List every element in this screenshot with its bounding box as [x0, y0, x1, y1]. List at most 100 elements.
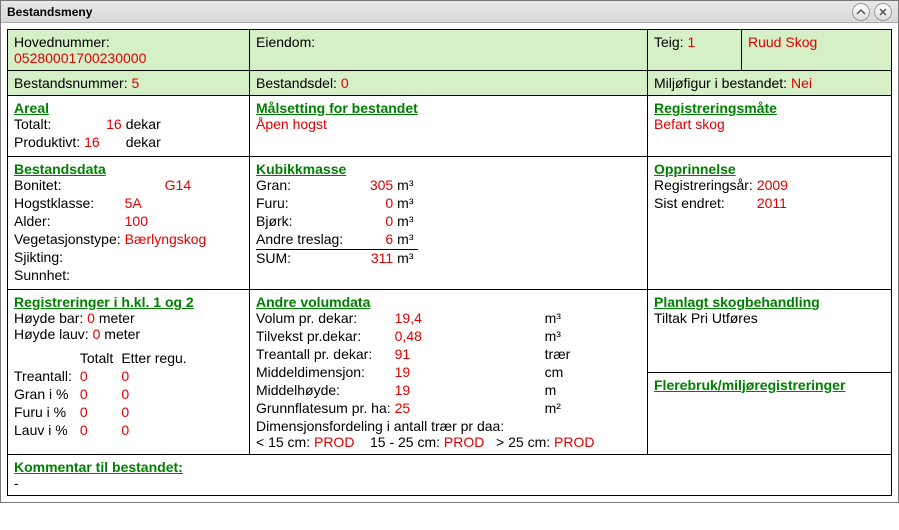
areal-totalt-unit: dekar: [126, 116, 165, 134]
hkl12-table: Totalt Etter regu. Treantall: 0 0 Gran i…: [14, 350, 195, 440]
body-row-1: Areal Totalt: 16 dekar Produktivt: 16 de…: [8, 96, 891, 157]
miljofigur-cell: Miljøfigur i bestandet: Nei: [648, 71, 891, 96]
areal-produktivt-value: 16: [84, 134, 126, 152]
table-row: Middelhøyde: 19 m: [256, 382, 574, 400]
registreringsaar-value: 2009: [757, 177, 792, 195]
areal-produktivt-unit: dekar: [126, 134, 165, 152]
kubikkmasse-title: Kubikkmasse: [256, 161, 641, 177]
flerebruk-cell: Flerebruk/miljøregistreringer: [648, 373, 891, 456]
table-row: Andre treslag: 6 m³: [256, 231, 418, 250]
registreringsaar-label: Registreringsår:: [654, 177, 757, 195]
planlagt-header-row: Tiltak Pri Utføres: [654, 310, 885, 326]
table-row: Lauv i % 0 0: [14, 422, 195, 440]
miljofigur-label: Miljøfigur i bestandet:: [654, 75, 787, 91]
table-row: Tilvekst pr.dekar: 0,48 m³: [256, 328, 574, 346]
dim-label: Dimensjonsfordeling i antall trær pr daa…: [256, 418, 641, 434]
window-title: Bestandsmeny: [7, 5, 92, 19]
areal-totalt-value: 16: [84, 116, 126, 134]
bestandsdata-table: Bonitet: G14 Hogstklasse: 5A Alder: 100 …: [14, 177, 210, 285]
areal-cell: Areal Totalt: 16 dekar Produktivt: 16 de…: [8, 96, 250, 157]
teig-label: Teig:: [654, 34, 684, 50]
vegetasjonstype-value: Bærlyngskog: [125, 231, 211, 249]
bestandsdata-cell: Bestandsdata Bonitet: G14 Hogstklasse: 5…: [8, 157, 250, 290]
owner-value: Ruud Skog: [748, 34, 817, 50]
table-row: Treantall pr. dekar: 91 trær: [256, 346, 574, 364]
sunnhet-label: Sunnhet:: [14, 267, 125, 285]
bestandsdel-value: 0: [341, 75, 349, 91]
kubikkmasse-sum-label: SUM:: [256, 250, 347, 269]
hkl12-col-etter: Etter regu.: [121, 350, 194, 368]
planlagt-title: Planlagt skogbehandling: [654, 294, 885, 310]
alder-label: Alder:: [14, 213, 125, 231]
hogstklasse-value: 5A: [125, 195, 211, 213]
table-row: Middeldimensjon: 19 cm: [256, 364, 574, 382]
sistendret-value: 2011: [757, 195, 792, 213]
areal-table: Totalt: 16 dekar Produktivt: 16 dekar: [14, 116, 165, 152]
areal-produktivt-label: Produktivt:: [14, 134, 84, 152]
hkl12-hoyde-bar: Høyde bar: 0 meter: [14, 310, 243, 326]
hovednummer-label: Hovednummer:: [14, 34, 243, 50]
bestandsnummer-value: 5: [132, 75, 140, 91]
titlebar: Bestandsmeny: [1, 1, 898, 23]
vegetasjonstype-label: Vegetasjonstype:: [14, 231, 125, 249]
kubikkmasse-sum-unit: m³: [397, 250, 417, 269]
eiendom-cell: Eiendom:: [250, 30, 648, 71]
sistendret-label: Sist endret:: [654, 195, 757, 213]
right-column: Planlagt skogbehandling Tiltak Pri Utfør…: [648, 290, 891, 455]
close-icon: [878, 7, 888, 17]
eiendom-label: Eiendom:: [256, 34, 315, 50]
table-row: Grunnflatesum pr. ha: 25 m²: [256, 400, 574, 418]
hovednummer-cell: Hovednummer: 05280001700230000: [8, 30, 250, 71]
collapse-button[interactable]: [852, 3, 870, 21]
opprinnelse-cell: Opprinnelse Registreringsår: 2009 Sist e…: [648, 157, 891, 290]
body-row-2: Bestandsdata Bonitet: G14 Hogstklasse: 5…: [8, 157, 891, 290]
body-row-3: Registreringer i h.kl. 1 og 2 Høyde bar:…: [8, 290, 891, 455]
andre-volumdata-table: Volum pr. dekar: 19,4 m³ Tilvekst pr.dek…: [256, 310, 574, 418]
maalsetting-cell: Målsetting for bestandet Åpen hogst: [250, 96, 648, 157]
teig-cell: Teig: 1: [648, 30, 742, 71]
sjikting-label: Sjikting:: [14, 249, 125, 267]
hkl12-col-totalt: Totalt: [80, 350, 121, 368]
kubikkmasse-cell: Kubikkmasse Gran: 305 m³ Furu: 0 m³ Bjør…: [250, 157, 648, 290]
table-row: Treantall: 0 0: [14, 368, 195, 386]
header-row-1: Hovednummer: 05280001700230000 Eiendom: …: [8, 30, 891, 71]
hkl12-cell: Registreringer i h.kl. 1 og 2 Høyde bar:…: [8, 290, 250, 455]
kommentar-title: Kommentar til bestandet:: [14, 459, 885, 475]
alder-value: 100: [125, 213, 211, 231]
header-row-2: Bestandsnummer: 5 Bestandsdel: 0 Miljøfi…: [8, 71, 891, 96]
opprinnelse-title: Opprinnelse: [654, 161, 885, 177]
table-row: Furu i % 0 0: [14, 404, 195, 422]
kommentar-value: -: [14, 475, 885, 491]
bestandsdel-label: Bestandsdel:: [256, 75, 337, 91]
kommentar-cell: Kommentar til bestandet: -: [8, 455, 891, 495]
content: Hovednummer: 05280001700230000 Eiendom: …: [1, 23, 898, 502]
maalsetting-value: Åpen hogst: [256, 116, 641, 132]
maalsetting-title: Målsetting for bestandet: [256, 100, 641, 116]
bestandsnummer-cell: Bestandsnummer: 5: [8, 71, 250, 96]
planlagt-cell: Planlagt skogbehandling Tiltak Pri Utfør…: [648, 290, 891, 373]
hkl12-title: Registreringer i h.kl. 1 og 2: [14, 294, 243, 310]
hkl12-hoyde-lauv: Høyde lauv: 0 meter: [14, 326, 243, 342]
table-row: Gran: 305 m³: [256, 177, 418, 195]
stand-panel: Hovednummer: 05280001700230000 Eiendom: …: [7, 29, 892, 496]
teig-value: 1: [687, 34, 695, 50]
table-row: Furu: 0 m³: [256, 195, 418, 213]
owner-cell: Ruud Skog: [742, 30, 891, 71]
registreringsmaate-value: Befart skog: [654, 116, 885, 132]
dim-row: < 15 cm: PROD 15 - 25 cm: PROD > 25 cm: …: [256, 434, 641, 450]
miljofigur-value: Nei: [791, 75, 812, 91]
kubikkmasse-table: Gran: 305 m³ Furu: 0 m³ Bjørk: 0 m³ Andr…: [256, 177, 418, 268]
kubikkmasse-sum-row: SUM: 311 m³: [256, 250, 418, 269]
bestandsnummer-label: Bestandsnummer:: [14, 75, 128, 91]
chevron-up-icon: [856, 7, 866, 17]
table-row: Bjørk: 0 m³: [256, 213, 418, 231]
bonitet-value: G14: [125, 177, 211, 195]
areal-title: Areal: [14, 100, 243, 116]
hovednummer-value: 05280001700230000: [14, 50, 243, 66]
opprinnelse-table: Registreringsår: 2009 Sist endret: 2011: [654, 177, 792, 213]
window: Bestandsmeny Hovednummer: 05280001700230…: [0, 0, 899, 503]
bestandsdata-title: Bestandsdata: [14, 161, 243, 177]
kubikkmasse-sum-value: 311: [347, 250, 397, 269]
close-button[interactable]: [874, 3, 892, 21]
bonitet-label: Bonitet:: [14, 177, 125, 195]
